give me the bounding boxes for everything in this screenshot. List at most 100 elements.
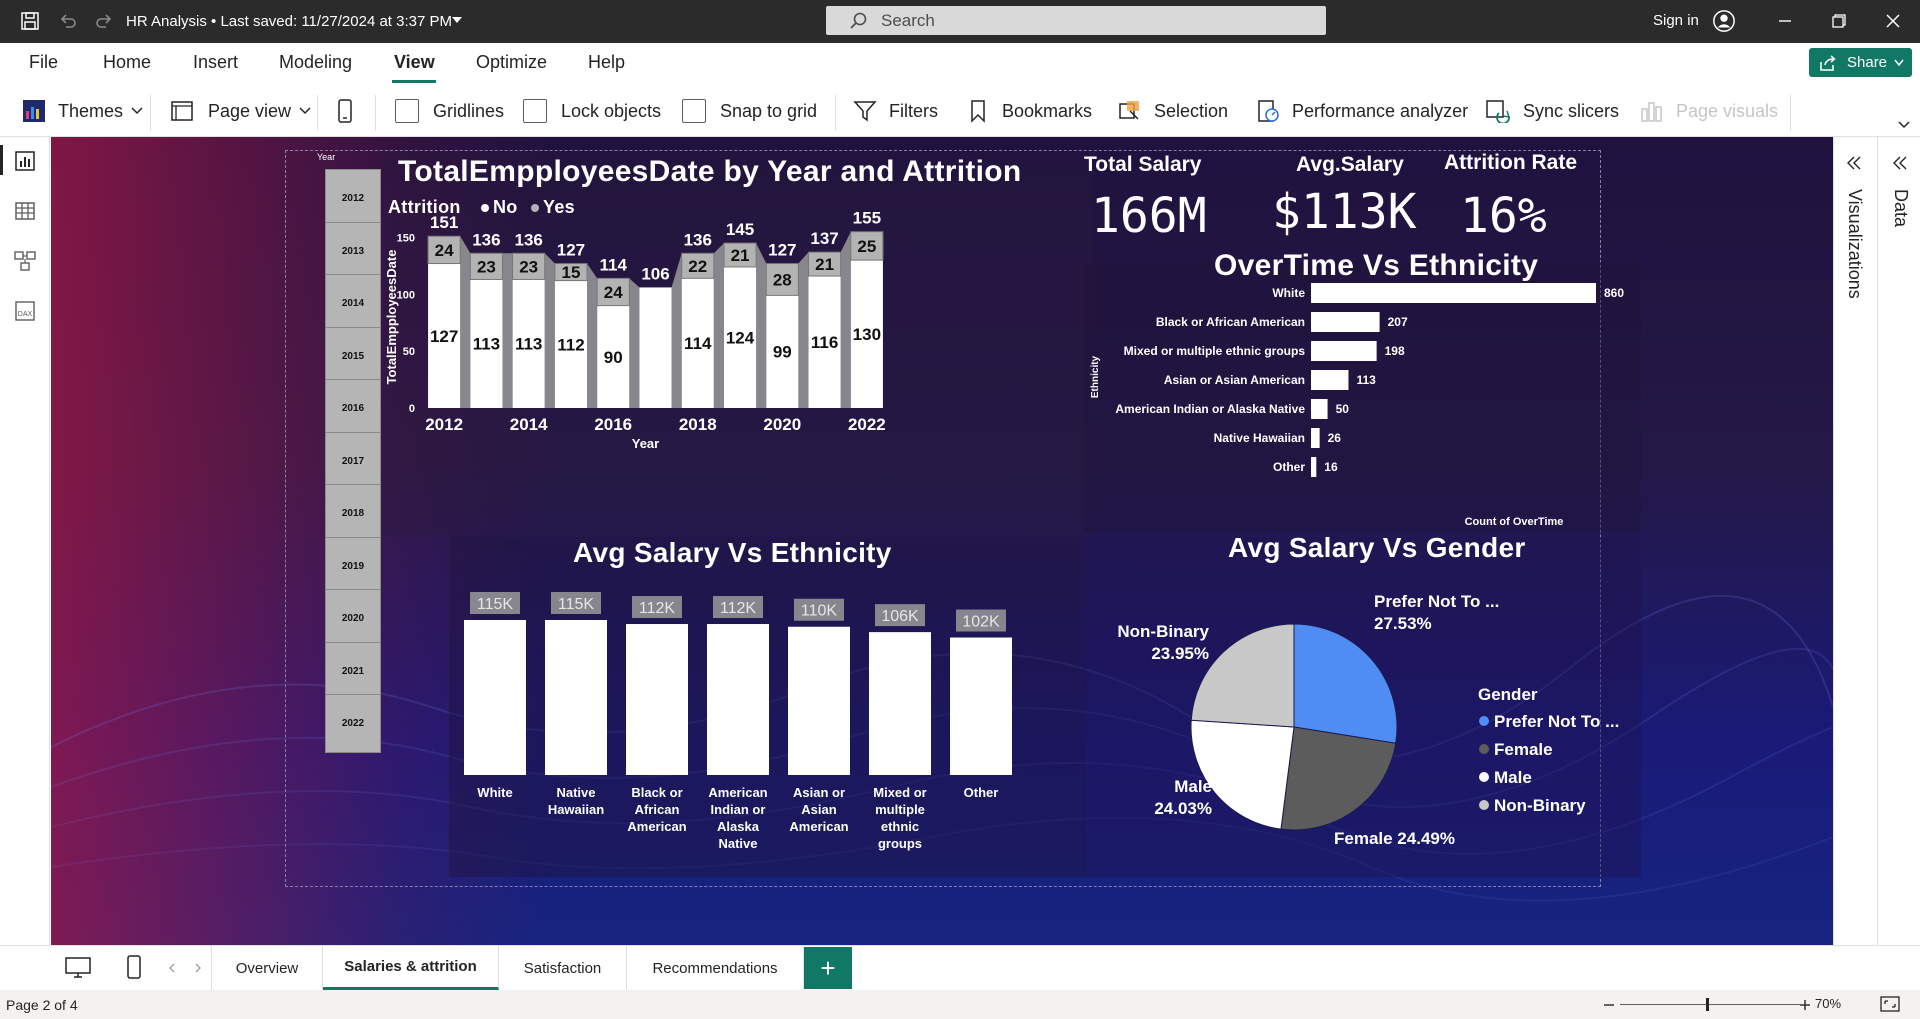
data-label-yes: 28: [773, 270, 792, 289]
pane-divider: [1877, 137, 1878, 945]
slice-value-label: 27.53%: [1374, 614, 1432, 633]
data-label: 198: [1385, 344, 1405, 358]
year-slicer[interactable]: Year 2012 2013 2014 2015 2016 2017 2018 2019 202…: [317, 150, 381, 880]
data-label-total: 136: [472, 230, 500, 249]
scroll-left-icon[interactable]: [168, 963, 176, 973]
slicer-item-2017[interactable]: 2017: [325, 431, 381, 491]
redo-icon[interactable]: [92, 9, 116, 33]
page-indicator: Page 2 of 4: [6, 997, 78, 1013]
tab-file[interactable]: File: [29, 52, 58, 73]
slicer-item-2022[interactable]: 2022: [325, 694, 381, 753]
desktop-layout-icon[interactable]: [64, 956, 92, 980]
toolbar-divider: [150, 95, 151, 131]
y-tick-label: 100: [397, 289, 415, 301]
page-tab-recommendations[interactable]: Recommendations: [627, 946, 804, 990]
slicer-item-2021[interactable]: 2021: [325, 641, 381, 701]
data-label-total: 106: [641, 264, 669, 283]
tab-optimize[interactable]: Optimize: [476, 52, 547, 73]
themes-button[interactable]: Themes: [22, 97, 143, 125]
legend-item: Female: [1494, 740, 1553, 759]
snap-to-grid-checkbox[interactable]: Snap to grid: [682, 97, 817, 125]
tab-view[interactable]: View: [394, 52, 435, 73]
search-input[interactable]: Search: [826, 6, 1326, 35]
slicer-item-2012[interactable]: 2012: [325, 169, 381, 228]
selection-button[interactable]: Selection: [1118, 97, 1228, 125]
title-dropdown-icon[interactable]: [452, 17, 462, 23]
ribbon-collapse-icon[interactable]: [1898, 121, 1910, 129]
themes-icon: [23, 100, 45, 122]
tab-home[interactable]: Home: [103, 52, 151, 73]
filters-button[interactable]: Filters: [853, 97, 938, 125]
category-label: groups: [878, 836, 922, 851]
page-tab-salaries-attrition[interactable]: Salaries & attrition: [323, 946, 499, 990]
performance-analyzer-button[interactable]: Performance analyzer: [1256, 97, 1468, 125]
zoom-slider-thumb[interactable]: [1706, 998, 1709, 1011]
undo-icon[interactable]: [56, 9, 80, 33]
data-label-total: 136: [514, 230, 542, 249]
page-tab-satisfaction[interactable]: Satisfaction: [499, 946, 627, 990]
checkbox[interactable]: [523, 99, 547, 123]
close-icon[interactable]: [1881, 9, 1905, 33]
sign-in-link[interactable]: Sign in: [1653, 12, 1699, 29]
lock-objects-checkbox[interactable]: Lock objects: [523, 97, 661, 125]
restore-icon[interactable]: [1827, 9, 1851, 33]
fit-to-page-icon[interactable]: [1880, 996, 1900, 1012]
filter-icon: [853, 101, 877, 122]
data-label-yes: 15: [561, 263, 580, 282]
slicer-item-2013[interactable]: 2013: [325, 221, 381, 281]
page-view-button[interactable]: Page view: [170, 97, 311, 125]
mobile-layout-button[interactable]: [337, 97, 353, 125]
data-pane-label[interactable]: Data: [1890, 189, 1911, 227]
visualizations-pane-label[interactable]: Visualizations: [1844, 189, 1865, 299]
share-button[interactable]: Share: [1809, 48, 1912, 77]
slicer-item-2015[interactable]: 2015: [325, 326, 381, 386]
bar-white: [1311, 283, 1596, 303]
category-label: multiple: [875, 802, 925, 817]
sync-slicers-button[interactable]: Sync slicers: [1485, 97, 1619, 125]
ribbon-connector: [671, 253, 682, 408]
bar-white: [464, 620, 526, 775]
data-label-no: 112: [557, 335, 584, 354]
slicer-item-2019[interactable]: 2019: [325, 536, 381, 596]
legend-item: Prefer Not To ...: [1494, 712, 1619, 731]
data-label: 860: [1604, 286, 1624, 300]
data-label-total: 155: [853, 209, 881, 228]
data-label-yes: 21: [815, 255, 834, 274]
slicer-item-2014[interactable]: 2014: [325, 274, 381, 333]
category-label: American: [627, 819, 686, 834]
scroll-right-icon[interactable]: [194, 963, 202, 973]
data-label: 112K: [720, 600, 757, 617]
expand-visualizations-icon[interactable]: [1846, 155, 1862, 171]
gridlines-checkbox[interactable]: Gridlines: [395, 97, 504, 125]
page-visuals-button[interactable]: Page visuals: [1640, 97, 1778, 125]
right-panes: Visualizations Data: [1833, 137, 1920, 945]
dax-query-icon[interactable]: DAX: [13, 299, 37, 323]
table-view-icon[interactable]: [13, 199, 37, 223]
view-toolbar: Themes Page view Gridlines Lock objects …: [0, 83, 1920, 137]
zoom-slider[interactable]: [1620, 1004, 1800, 1005]
model-view-icon[interactable]: [13, 249, 37, 273]
expand-data-icon[interactable]: [1892, 155, 1908, 171]
save-icon[interactable]: [18, 9, 42, 33]
page-tabs-bar: Overview Salaries & attrition Satisfacti…: [0, 945, 1920, 990]
add-page-button[interactable]: +: [804, 947, 852, 989]
checkbox[interactable]: [395, 99, 419, 123]
account-icon[interactable]: [1712, 9, 1736, 33]
bookmarks-button[interactable]: Bookmarks: [968, 97, 1092, 125]
bar-other: [1311, 457, 1317, 477]
zoom-in-icon[interactable]: [1799, 999, 1811, 1011]
chevron-down-icon: [1894, 59, 1904, 67]
zoom-out-icon[interactable]: [1603, 999, 1615, 1011]
tab-insert[interactable]: Insert: [193, 52, 238, 73]
minimize-icon[interactable]: [1773, 9, 1797, 33]
slicer-item-2020[interactable]: 2020: [325, 589, 381, 648]
avg-salary-gender-panel: Avg Salary Vs Gender Prefer Not To ... 27…: [1084, 532, 1641, 877]
slicer-item-2018[interactable]: 2018: [325, 484, 381, 543]
checkbox[interactable]: [682, 99, 706, 123]
page-tab-overview[interactable]: Overview: [211, 946, 323, 990]
mobile-layout-icon[interactable]: [126, 954, 142, 980]
tab-help[interactable]: Help: [588, 52, 625, 73]
report-view-icon[interactable]: [13, 149, 37, 173]
slicer-item-2016[interactable]: 2016: [325, 379, 381, 438]
tab-modeling[interactable]: Modeling: [279, 52, 352, 73]
